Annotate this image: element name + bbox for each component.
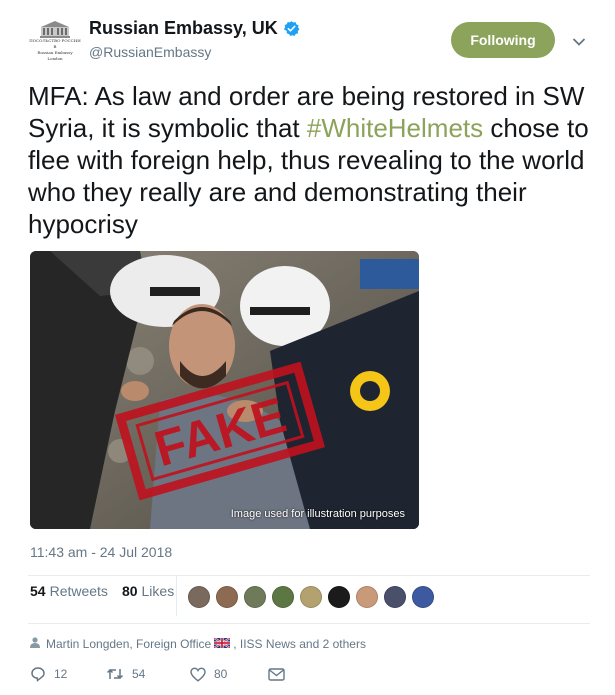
author-avatar[interactable]: ПОСОЛЬСТВО РОССИИ В Russian Embassy Lond…	[28, 18, 82, 72]
reply-button[interactable]: 12	[30, 666, 106, 682]
hashtag-link[interactable]: #WhiteHelmets	[307, 113, 483, 143]
social-context-names[interactable]: Martin Longden, Foreign Office	[46, 637, 211, 651]
retweets-stat[interactable]: 54 Retweets	[30, 583, 108, 599]
likes-stat[interactable]: 80 Likes	[122, 583, 174, 599]
liker-avatar[interactable]	[272, 586, 294, 608]
author-block: Russian Embassy, UK @RussianEmbassy	[89, 18, 300, 60]
verified-badge-icon	[283, 20, 300, 37]
uk-flag-icon	[213, 637, 231, 651]
engagement-stats: 54 Retweets 80 Likes	[30, 583, 188, 599]
likes-count: 80	[121, 583, 138, 599]
liker-avatars	[188, 586, 440, 608]
social-context: Martin Longden, Foreign Office , IISS Ne…	[30, 637, 366, 651]
liker-avatar[interactable]	[412, 586, 434, 608]
direct-message-button[interactable]	[268, 667, 285, 681]
author-display-name[interactable]: Russian Embassy, UK	[89, 18, 278, 39]
liker-avatar[interactable]	[356, 586, 378, 608]
retweets-count: 54	[30, 583, 46, 599]
heart-icon	[190, 667, 206, 682]
divider	[28, 623, 590, 624]
liker-avatar[interactable]	[216, 586, 238, 608]
tweet-card: ПОСОЛЬСТВО РОССИИ В Russian Embassy Lond…	[0, 0, 615, 695]
embassy-building-icon	[38, 20, 72, 38]
following-button[interactable]: Following	[451, 22, 555, 58]
tweet-text: MFA: As law and order are being restored…	[28, 80, 603, 240]
social-context-others[interactable]: , IISS News and 2 others	[233, 637, 366, 651]
liker-avatar[interactable]	[328, 586, 350, 608]
tweet-timestamp[interactable]: 11:43 am - 24 Jul 2018	[30, 544, 172, 560]
person-icon	[30, 637, 40, 651]
reply-icon	[31, 667, 45, 682]
liker-avatar[interactable]	[188, 586, 210, 608]
retweet-icon	[106, 668, 124, 680]
liker-avatar[interactable]	[384, 586, 406, 608]
retweets-label: Retweets	[49, 583, 108, 599]
like-button[interactable]: 80	[190, 667, 268, 682]
retweet-count: 54	[132, 667, 146, 681]
retweet-button[interactable]: 54	[106, 667, 190, 681]
likes-label: Likes	[141, 583, 175, 599]
photo-illustration: FAKE	[30, 251, 419, 529]
tweet-photo[interactable]: FAKE Image used for illustration purpose…	[30, 251, 419, 529]
liker-avatar[interactable]	[244, 586, 266, 608]
stats-separator	[176, 576, 177, 616]
chevron-down-icon[interactable]	[572, 34, 586, 52]
tweet-actions: 12 54 80	[30, 666, 285, 682]
divider	[28, 575, 590, 576]
liker-avatar[interactable]	[300, 586, 322, 608]
author-handle[interactable]: @RussianEmbassy	[89, 44, 300, 60]
reply-count: 12	[54, 667, 68, 681]
like-count: 80	[214, 667, 228, 681]
avatar-caption-line: London	[47, 56, 63, 61]
photo-caption: Image used for illustration purposes	[230, 508, 405, 520]
envelope-icon	[268, 667, 285, 681]
